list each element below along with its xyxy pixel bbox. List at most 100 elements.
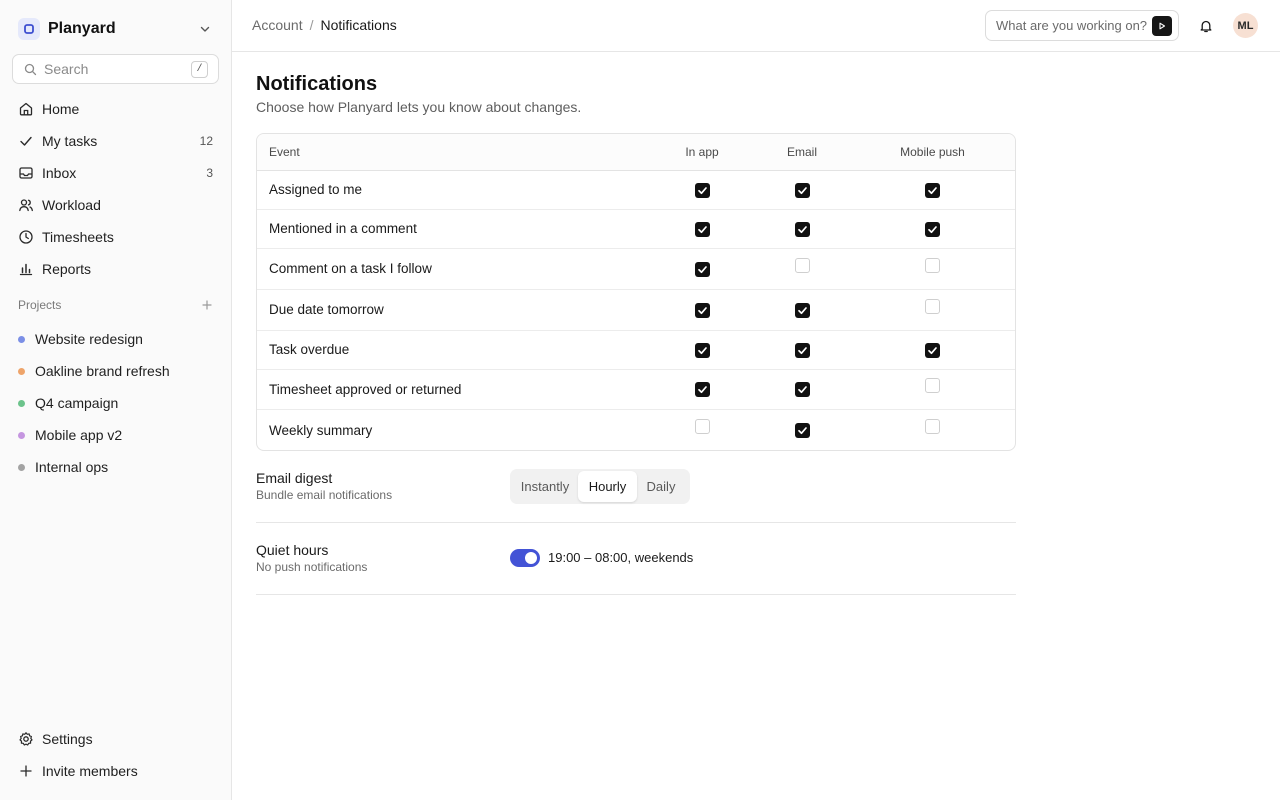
mobile-push-checkbox[interactable] (925, 182, 940, 198)
invite-members-button[interactable]: Invite members (12, 755, 219, 787)
nav-label: Timesheets (42, 229, 114, 245)
event-cell: Due date tomorrow (257, 301, 652, 319)
nav-item-inbox[interactable]: Inbox 3 (12, 157, 219, 189)
event-cell: Mentioned in a comment (257, 220, 652, 238)
in-app-checkbox[interactable] (694, 342, 710, 358)
email-checkbox[interactable] (794, 423, 810, 438)
checkmark-icon (697, 346, 707, 354)
table-row: Due date tomorrow (257, 290, 1015, 331)
column-header-email: Email (786, 145, 817, 159)
digest-option-hourly[interactable]: Hourly (578, 471, 637, 502)
projects-list: Website redesign Oakline brand refresh Q… (12, 323, 219, 483)
nav-item-home[interactable]: Home (12, 93, 219, 125)
project-item-oakline-brand-refresh[interactable]: Oakline brand refresh (12, 355, 219, 387)
nav-item-workload[interactable]: Workload (12, 189, 219, 221)
email-cell (752, 182, 852, 198)
email-checkbox[interactable] (794, 302, 810, 318)
nav-label: Invite members (42, 763, 138, 779)
digest-option-instantly[interactable]: Instantly (512, 471, 578, 502)
nav-item-settings[interactable]: Settings (12, 723, 219, 755)
in-app-cell (652, 382, 752, 397)
project-color-dot (18, 399, 25, 407)
email-cell (752, 342, 852, 358)
add-project-button[interactable] (200, 298, 214, 312)
column-header-in-app: In app (685, 145, 719, 159)
check-icon (20, 136, 32, 146)
quiet-hours-toggle[interactable] (510, 549, 540, 567)
column-header-mobile-push: Mobile push (900, 145, 965, 159)
quick-capture-submit-button[interactable] (1152, 15, 1172, 36)
breadcrumb: Account / Notifications (252, 17, 397, 33)
event-cell: Assigned to me (257, 181, 652, 199)
project-item-website-redesign[interactable]: Website redesign (12, 323, 219, 355)
in-app-checkbox[interactable] (694, 261, 710, 277)
bar-chart-icon (19, 263, 33, 276)
project-item-internal-ops[interactable]: Internal ops (12, 451, 219, 483)
checkmark-icon (697, 386, 707, 394)
quiet-hours-schedule: 19:00 – 08:00, weekends (548, 550, 694, 565)
email-checkbox[interactable] (794, 382, 810, 397)
email-checkbox[interactable] (794, 257, 810, 273)
workspace-switcher[interactable]: Planyard (12, 14, 218, 44)
in-app-checkbox[interactable] (694, 382, 710, 397)
project-item-q4-campaign[interactable]: Q4 campaign (12, 387, 219, 419)
table-body: Assigned to me Mentioned in a comment Comm… (257, 171, 1015, 450)
nav-item-reports[interactable]: Reports (12, 253, 219, 285)
digest-option-daily[interactable]: Daily (637, 471, 685, 502)
mobile-push-checkbox[interactable] (925, 257, 940, 273)
email-checkbox[interactable] (794, 182, 810, 198)
in-app-cell (652, 261, 752, 277)
in-app-cell (652, 182, 752, 198)
in-app-cell (652, 302, 752, 318)
search-input[interactable] (44, 61, 174, 77)
checkmark-icon (928, 225, 937, 233)
in-app-cell (652, 342, 752, 358)
email-checkbox[interactable] (794, 221, 810, 237)
breadcrumb-account-link[interactable]: Account (252, 17, 303, 33)
in-app-checkbox[interactable] (694, 182, 710, 198)
in-app-checkbox[interactable] (694, 419, 710, 434)
mobile-push-checkbox[interactable] (925, 419, 940, 434)
nav-item-timesheets[interactable]: Timesheets (12, 221, 219, 253)
checkmark-icon (797, 225, 807, 233)
mobile-push-checkbox[interactable] (925, 342, 940, 358)
quick-capture-box[interactable] (985, 10, 1179, 41)
email-checkbox[interactable] (794, 342, 810, 358)
inbox-icon (19, 167, 33, 179)
project-color-dot (18, 431, 25, 439)
project-color-dot (18, 367, 25, 375)
projects-title: Projects (18, 298, 62, 312)
plus-icon (20, 765, 32, 777)
column-header-event: Event (269, 145, 300, 159)
nav-count-badge: 12 (199, 134, 213, 148)
user-avatar[interactable]: ML (1233, 13, 1258, 38)
mobile-push-checkbox[interactable] (925, 298, 940, 314)
in-app-cell (652, 419, 752, 434)
search-box[interactable]: / (12, 54, 219, 84)
chevron-down-icon (200, 26, 210, 32)
in-app-checkbox[interactable] (694, 302, 710, 318)
notification-matrix-table: Event In app Email Mobile push Assigned … (256, 133, 1016, 451)
mobile-push-cell (852, 378, 1013, 393)
users-icon (19, 199, 33, 212)
nav-label: Workload (42, 197, 101, 213)
nav-item-my-tasks[interactable]: My tasks 12 (12, 125, 219, 157)
nav-label: Inbox (42, 165, 77, 181)
event-cell: Task overdue (257, 341, 652, 359)
mobile-push-checkbox[interactable] (925, 378, 940, 393)
quick-capture-input[interactable] (996, 18, 1148, 33)
notifications-button[interactable] (1196, 16, 1216, 36)
email-digest-frequency-control: Instantly Hourly Daily (510, 469, 690, 504)
checkmark-icon (797, 306, 807, 314)
in-app-checkbox[interactable] (694, 221, 710, 237)
event-label: Due date tomorrow (269, 302, 384, 317)
checkmark-icon (797, 427, 807, 435)
search-icon (24, 63, 37, 75)
email-digest-title: Email digest (256, 470, 333, 486)
mobile-push-checkbox[interactable] (925, 221, 940, 237)
nav-label: Reports (42, 261, 92, 277)
main-nav: Home My tasks 12 Inbox 3 Workload Timesh… (12, 93, 219, 285)
project-item-mobile-app-v2[interactable]: Mobile app v2 (12, 419, 219, 451)
event-cell: Comment on a task I follow (257, 260, 652, 278)
event-label: Weekly summary (269, 422, 373, 438)
